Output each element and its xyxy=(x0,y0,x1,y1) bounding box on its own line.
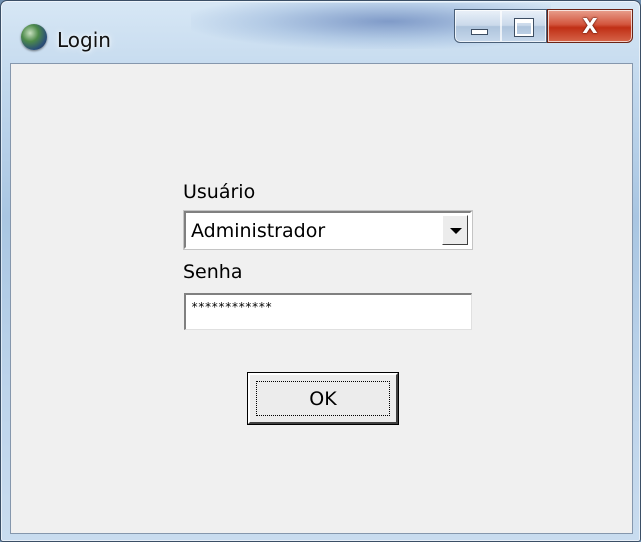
dropdown-button[interactable] xyxy=(442,215,468,245)
title-bar[interactable]: Login X xyxy=(1,1,640,63)
ok-button[interactable]: OK xyxy=(248,373,398,424)
maximize-icon xyxy=(515,19,533,36)
minimize-button[interactable] xyxy=(454,9,502,43)
login-window: Login X Usuário Administrador Senha ****… xyxy=(0,0,641,542)
chevron-down-icon xyxy=(450,228,462,234)
password-label: Senha xyxy=(183,261,243,283)
login-form: Usuário Administrador Senha ************… xyxy=(10,63,633,534)
minimize-icon xyxy=(471,29,488,35)
globe-icon xyxy=(21,24,47,50)
close-button[interactable]: X xyxy=(547,9,633,43)
password-field[interactable]: ************ xyxy=(184,293,472,330)
window-title: Login xyxy=(57,28,111,52)
maximize-button[interactable] xyxy=(501,9,547,43)
user-select[interactable]: Administrador xyxy=(184,211,472,249)
close-icon: X xyxy=(582,14,598,38)
user-select-value: Administrador xyxy=(191,220,326,242)
password-value: ************ xyxy=(191,300,272,314)
user-label: Usuário xyxy=(183,181,256,203)
ok-button-label: OK xyxy=(309,387,337,410)
